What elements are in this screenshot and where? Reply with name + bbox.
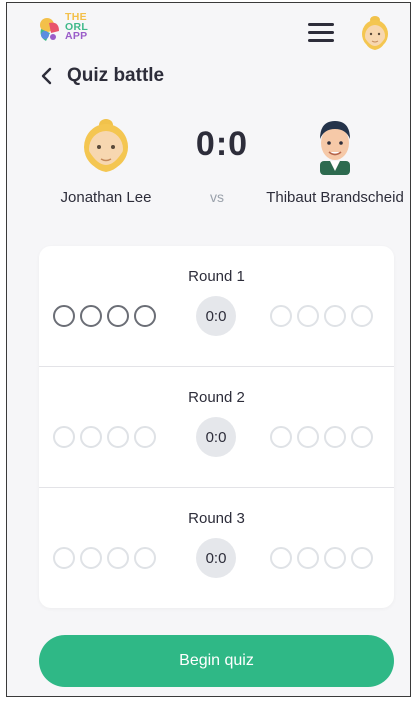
round-score: 0:0	[196, 296, 236, 336]
rounds-card: Round 1 0:0 Round 2 0:0 Round 3 0:0	[39, 246, 394, 608]
begin-quiz-button[interactable]: Begin quiz	[39, 635, 394, 687]
answer-circle	[297, 305, 319, 327]
left-answers	[53, 305, 156, 327]
title-row: Quiz battle	[37, 61, 164, 91]
right-answers	[270, 547, 373, 569]
answer-circle	[351, 305, 373, 327]
battle-score: 0:0	[195, 125, 249, 163]
round-label: Round 1	[188, 268, 245, 285]
answer-circle	[134, 547, 156, 569]
answer-circle	[134, 426, 156, 448]
hamburger-menu-icon[interactable]	[308, 23, 334, 43]
right-answers	[270, 426, 373, 448]
player-left-avatar	[84, 119, 128, 172]
answer-circle	[80, 305, 102, 327]
answer-circle	[53, 547, 75, 569]
answer-circle	[80, 547, 102, 569]
player-right: Thibaut Brandscheid	[260, 115, 410, 208]
player-left: Jonathan Lee	[31, 115, 181, 208]
answer-circle	[297, 547, 319, 569]
round-label: Round 3	[188, 510, 245, 527]
logo-text: THE ORL APP	[65, 12, 88, 42]
back-arrow-svg	[41, 67, 52, 85]
left-answers	[53, 547, 156, 569]
player-left-name: Jonathan Lee	[60, 189, 152, 206]
app-frame: THE ORL APP Quiz battle Jonathan Lee 0:0…	[6, 2, 411, 697]
menu-bar	[308, 23, 334, 26]
answer-circle	[351, 547, 373, 569]
round-score: 0:0	[196, 538, 236, 578]
logo-mark-icon	[40, 18, 59, 41]
vs-label: vs	[210, 189, 224, 205]
logo-line-3: APP	[65, 30, 88, 42]
round-row: Round 3 0:0	[39, 488, 394, 608]
answer-circle	[107, 547, 129, 569]
answer-circle	[107, 426, 129, 448]
round-label: Round 2	[188, 389, 245, 406]
answer-circle	[351, 426, 373, 448]
answer-circle	[270, 305, 292, 327]
round-row: Round 2 0:0	[39, 367, 394, 488]
answer-circle	[270, 426, 292, 448]
menu-bar	[308, 39, 334, 42]
round-row: Round 1 0:0	[39, 246, 394, 367]
round-score: 0:0	[196, 417, 236, 457]
answer-circle	[324, 305, 346, 327]
answer-circle	[324, 426, 346, 448]
right-answers	[270, 305, 373, 327]
answer-circle	[80, 426, 102, 448]
app-logo[interactable]: THE ORL APP	[37, 12, 97, 49]
answer-circle	[53, 305, 75, 327]
answer-circle	[324, 547, 346, 569]
answer-circle	[107, 305, 129, 327]
player-right-name: Thibaut Brandscheid	[266, 189, 404, 206]
profile-avatar[interactable]	[359, 12, 391, 52]
answer-circle	[134, 305, 156, 327]
answer-circle	[53, 426, 75, 448]
page-title: Quiz battle	[67, 65, 165, 86]
menu-bar	[308, 31, 334, 34]
app-header: THE ORL APP	[7, 3, 410, 61]
answer-circle	[297, 426, 319, 448]
left-answers	[53, 426, 156, 448]
answer-circle	[270, 547, 292, 569]
chevron-left-icon[interactable]	[37, 65, 55, 87]
player-right-avatar	[320, 121, 350, 175]
